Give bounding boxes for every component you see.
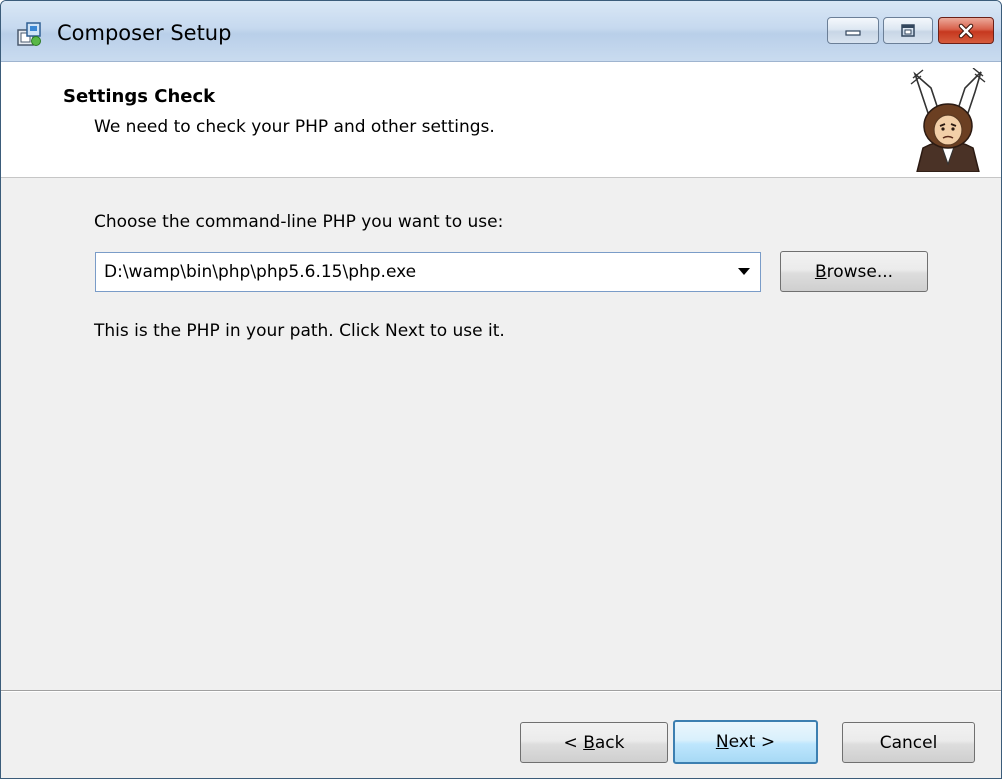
cancel-button[interactable]: Cancel xyxy=(842,722,975,763)
content-area: Choose the command-line PHP you want to … xyxy=(1,178,1001,688)
back-prefix: < xyxy=(563,732,584,753)
browse-mnemonic: B xyxy=(814,261,827,282)
maximize-button[interactable] xyxy=(883,17,933,44)
php-path-value: D:\wamp\bin\php\php5.6.15\php.exe xyxy=(104,262,417,282)
browse-button[interactable]: Browse... xyxy=(780,251,928,292)
page-title: Settings Check xyxy=(63,86,216,107)
back-button[interactable]: < Back xyxy=(520,722,668,763)
close-button[interactable] xyxy=(938,17,994,44)
php-select-label: Choose the command-line PHP you want to … xyxy=(94,212,504,232)
php-path-note: This is the PHP in your path. Click Next… xyxy=(94,321,505,341)
close-icon xyxy=(958,23,974,38)
browse-label: rowse... xyxy=(826,261,894,282)
maximize-icon xyxy=(901,23,915,37)
window-title: Composer Setup xyxy=(57,21,232,45)
chevron-down-icon[interactable] xyxy=(738,268,750,276)
composer-conductor-logo xyxy=(910,68,986,172)
page-subtitle: We need to check your PHP and other sett… xyxy=(94,117,495,137)
installer-package-icon xyxy=(17,22,41,46)
next-label: ext > xyxy=(728,732,776,752)
footer-divider xyxy=(1,690,1001,692)
setup-window: Composer Setup Settings Check We need to… xyxy=(0,0,1002,779)
header-banner: Settings Check We need to check your PHP… xyxy=(1,62,1001,178)
minimize-button[interactable] xyxy=(827,17,879,44)
next-button[interactable]: Next > xyxy=(673,720,818,764)
minimize-icon xyxy=(845,29,861,36)
back-label: ack xyxy=(594,732,625,753)
title-bar[interactable]: Composer Setup xyxy=(1,1,1001,62)
php-path-dropdown[interactable]: D:\wamp\bin\php\php5.6.15\php.exe xyxy=(95,252,761,292)
back-mnemonic: B xyxy=(583,732,595,753)
next-mnemonic: N xyxy=(715,732,729,752)
